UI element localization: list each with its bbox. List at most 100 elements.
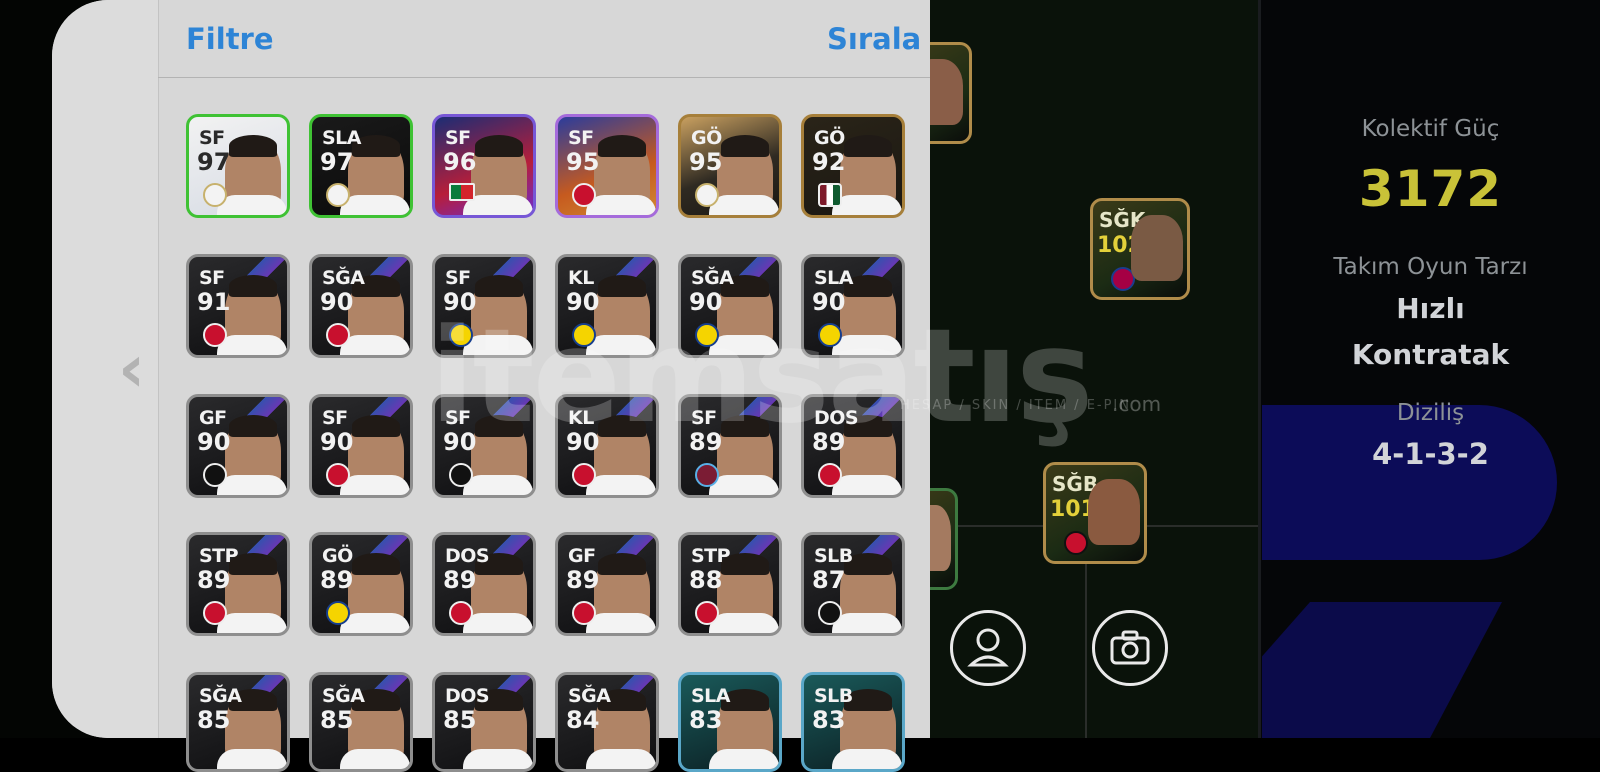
player-position: SF	[322, 407, 348, 429]
player-card[interactable]: SF 96	[432, 114, 536, 218]
person-icon	[967, 628, 1009, 667]
player-card[interactable]: DOS 85	[432, 672, 536, 772]
player-position: SLB	[814, 685, 853, 707]
player-shirt	[586, 195, 656, 215]
player-card[interactable]: DOS 89	[801, 394, 905, 498]
collective-power-value: 3172	[1358, 160, 1503, 218]
player-shirt	[586, 475, 656, 495]
watermark-domain: .com	[1112, 392, 1162, 416]
club-badge-icon	[326, 463, 350, 487]
player-rating: 95	[689, 148, 723, 176]
field-player-card[interactable]: SĞK 102	[1090, 198, 1190, 300]
player-shirt	[709, 195, 779, 215]
player-shirt	[709, 749, 779, 769]
player-shirt	[709, 613, 779, 633]
player-card[interactable]: SĞA 90	[678, 254, 782, 358]
player-card[interactable]: STP 88	[678, 532, 782, 636]
collective-power-label: Kolektif Güç	[1361, 116, 1500, 142]
player-position: SLA	[814, 267, 854, 289]
team-style-value-2: Kontratak	[1351, 338, 1510, 371]
player-card[interactable]: SF 90	[432, 394, 536, 498]
club-badge-icon	[449, 463, 473, 487]
player-rating: 89	[443, 566, 477, 594]
player-rating: 83	[812, 706, 846, 734]
player-position: SF	[445, 407, 471, 429]
player-shirt	[340, 613, 410, 633]
player-shirt	[586, 749, 656, 769]
player-card[interactable]: GÖ 95	[678, 114, 782, 218]
player-card[interactable]: SLA 97	[309, 114, 413, 218]
player-face	[1131, 215, 1183, 281]
player-face	[1088, 479, 1140, 545]
club-badge-icon	[572, 323, 596, 347]
player-rating: 88	[689, 566, 723, 594]
formation-label: Diziliş	[1396, 400, 1465, 426]
player-card[interactable]: STP 89	[186, 532, 290, 636]
player-shirt	[463, 613, 533, 633]
filter-button[interactable]: Filtre	[186, 22, 274, 56]
sheet-divider	[158, 0, 159, 738]
team-style-value: Hızlı	[1396, 292, 1465, 325]
player-rating: 91	[197, 288, 231, 316]
player-position: KL	[568, 407, 594, 429]
player-position: SF	[568, 127, 594, 149]
club-badge-icon	[818, 323, 842, 347]
player-card[interactable]: DOS 89	[432, 532, 536, 636]
player-rating: 90	[566, 288, 600, 316]
formation-value[interactable]: 4-1-3-2	[1261, 437, 1600, 471]
profile-button[interactable]	[950, 610, 1026, 686]
player-position: SĞA	[199, 685, 242, 707]
player-card[interactable]: GF 89	[555, 532, 659, 636]
player-shirt	[463, 475, 533, 495]
field-player-card[interactable]: SĞB 101	[1043, 462, 1147, 564]
player-rating: 89	[812, 428, 846, 456]
player-card[interactable]: SLB 83	[801, 672, 905, 772]
player-card[interactable]: SLB 87	[801, 532, 905, 636]
club-badge-icon	[203, 183, 227, 207]
sort-button[interactable]: Sırala	[827, 22, 921, 56]
player-position: SLA	[322, 127, 362, 149]
player-card[interactable]: SF 90	[432, 254, 536, 358]
player-position: SF	[445, 127, 471, 149]
player-card[interactable]: SF 95	[555, 114, 659, 218]
club-badge-icon	[695, 183, 719, 207]
player-position: GF	[199, 407, 227, 429]
player-card[interactable]: GÖ 89	[309, 532, 413, 636]
player-card[interactable]: SLA 83	[678, 672, 782, 772]
player-card[interactable]: KL 90	[555, 394, 659, 498]
player-shirt	[832, 195, 902, 215]
player-shirt	[340, 335, 410, 355]
player-card[interactable]: SLA 90	[801, 254, 905, 358]
player-card[interactable]: KL 90	[555, 254, 659, 358]
player-card[interactable]: GÖ 92	[801, 114, 905, 218]
club-badge-icon	[326, 323, 350, 347]
player-card[interactable]: SĞA 85	[186, 672, 290, 772]
club-badge-icon	[695, 601, 719, 625]
camera-button[interactable]	[1092, 610, 1168, 686]
club-badge-icon	[818, 463, 842, 487]
player-position: KL	[568, 267, 594, 289]
player-card[interactable]: GF 90	[186, 394, 290, 498]
player-card[interactable]: SĞA 85	[309, 672, 413, 772]
player-card[interactable]: SF 89	[678, 394, 782, 498]
club-badge-icon	[695, 463, 719, 487]
player-shirt	[217, 613, 287, 633]
player-card[interactable]: SF 97	[186, 114, 290, 218]
player-card[interactable]: SF 90	[309, 394, 413, 498]
player-position: GÖ	[814, 127, 845, 149]
chevron-left-icon[interactable]: ‹	[118, 330, 145, 407]
player-rating: 90	[320, 428, 354, 456]
player-shirt	[709, 335, 779, 355]
player-rating: 85	[443, 706, 477, 734]
player-shirt	[586, 335, 656, 355]
player-card[interactable]: SF 91	[186, 254, 290, 358]
player-position: STP	[199, 545, 239, 567]
player-card[interactable]: SĞA 90	[309, 254, 413, 358]
watermark-tagline: HESAP / SKIN / ITEM / E-PIN	[900, 398, 1131, 413]
player-card[interactable]: SĞA 84	[555, 672, 659, 772]
player-position: GÖ	[322, 545, 353, 567]
player-rating: 90	[443, 428, 477, 456]
player-rating: 84	[566, 706, 600, 734]
player-position: GÖ	[691, 127, 722, 149]
player-shirt	[340, 195, 410, 215]
